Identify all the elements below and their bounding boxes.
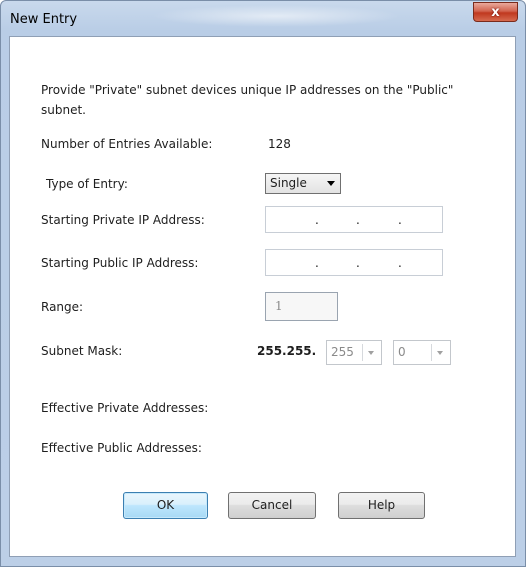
ip-dot: .: [398, 256, 402, 270]
entries-available-label: Number of Entries Available:: [41, 137, 213, 151]
subnet-octet3-value: 255: [331, 345, 354, 359]
title-bar-glow: [151, 5, 401, 27]
close-icon: x: [491, 4, 500, 20]
cancel-button[interactable]: Cancel: [228, 492, 316, 519]
ip-dot: .: [356, 213, 360, 227]
public-ip-input[interactable]: . . .: [265, 249, 443, 276]
ip-dot: .: [315, 213, 319, 227]
range-input[interactable]: 1: [265, 292, 338, 321]
type-of-entry-select[interactable]: Single: [265, 173, 341, 194]
description-text: Provide "Private" subnet devices unique …: [41, 83, 454, 117]
dropdown-arrow-icon: [368, 351, 374, 355]
window-title: New Entry: [10, 12, 78, 27]
subnet-octet4-value: 0: [398, 345, 406, 359]
type-of-entry-value: Single: [270, 176, 307, 190]
dropdown-arrow-icon: [437, 351, 443, 355]
type-of-entry-label: Type of Entry:: [46, 177, 128, 191]
subnet-octet4-select[interactable]: 0: [393, 340, 451, 365]
ip-dot: .: [398, 213, 402, 227]
ok-button[interactable]: OK: [123, 492, 208, 519]
subnet-mask-label: Subnet Mask:: [41, 344, 123, 358]
private-ip-input[interactable]: . . .: [265, 206, 443, 233]
ip-dot: .: [315, 256, 319, 270]
select-separator: [362, 344, 363, 361]
help-button[interactable]: Help: [338, 492, 425, 519]
subnet-octet3-select[interactable]: 255: [326, 340, 382, 365]
effective-public-label: Effective Public Addresses:: [41, 441, 202, 455]
close-button[interactable]: x: [473, 2, 518, 22]
range-label: Range:: [41, 300, 84, 314]
effective-private-label: Effective Private Addresses:: [41, 401, 209, 415]
title-bar[interactable]: New Entry x: [1, 1, 525, 37]
dropdown-arrow-icon: [327, 181, 335, 186]
subnet-mask-prefix: 255.255.: [257, 344, 317, 358]
public-ip-label: Starting Public IP Address:: [41, 256, 199, 270]
entries-available-value: 128: [268, 137, 291, 151]
select-separator: [431, 344, 432, 361]
ip-dot: .: [356, 256, 360, 270]
private-ip-label: Starting Private IP Address:: [41, 213, 205, 227]
